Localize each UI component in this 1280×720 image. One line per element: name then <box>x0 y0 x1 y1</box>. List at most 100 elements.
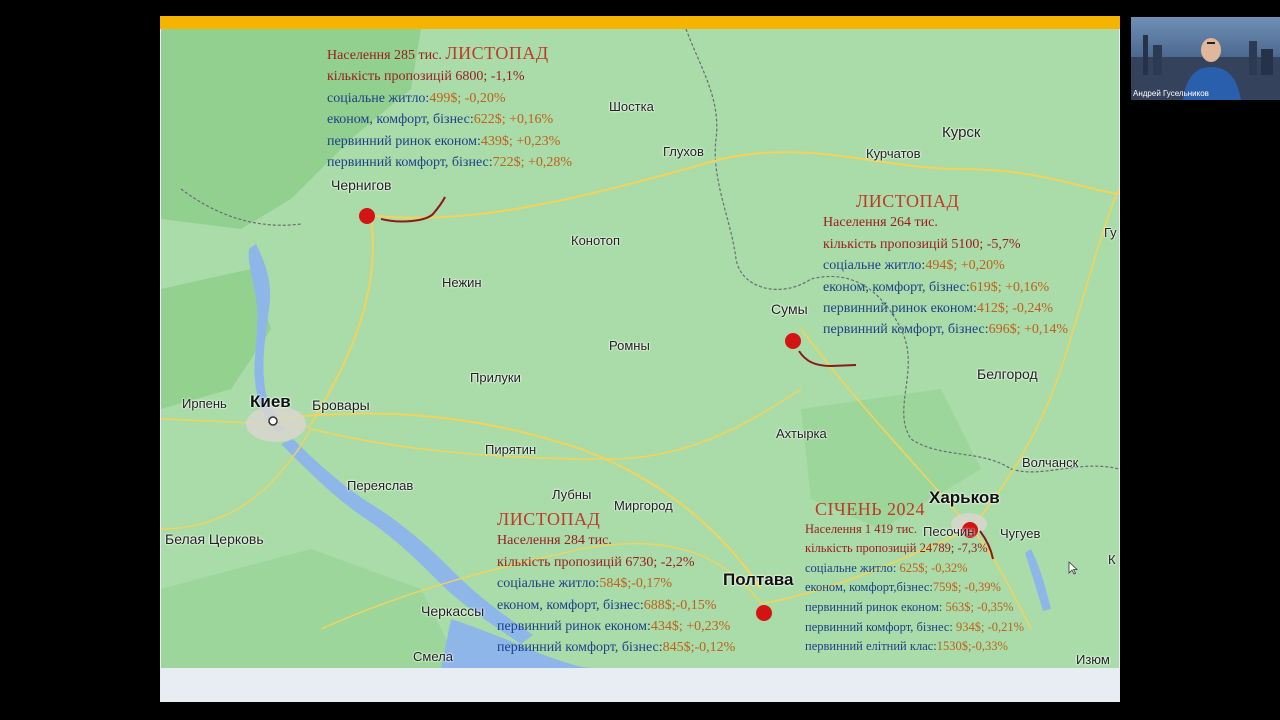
sumy-prim-econ-row: первинний ринок економ:412$; -0,24% <box>823 298 1068 319</box>
sumy-social-value: 494$; +0,20% <box>925 258 1005 274</box>
sumy-econ-label: економ, комфорт, бізнес: <box>823 279 970 295</box>
slide-bottom-strip <box>160 668 1120 702</box>
sumy-econ-row: економ, комфорт, бізнес:619$; +0,16% <box>823 277 1068 298</box>
kharkov-econ-value: 759$; -0,39% <box>932 580 1001 595</box>
sumy-prim-comf-value: 696$; +0,14% <box>988 322 1069 338</box>
chernigov-econ-label: економ, комфорт, бізнес: <box>327 112 474 128</box>
city-label-smela: Смела <box>413 649 453 664</box>
city-label-brovary: Бровары <box>312 397 370 413</box>
kharkov-econ-label: економ, комфорт,бізнес: <box>805 580 933 595</box>
city-label-priluki: Прилуки <box>470 370 521 385</box>
city-label-izyum: Изюм <box>1076 652 1110 667</box>
poltava-econ-value: 688$;-0,15% <box>643 597 717 613</box>
kharkov-elite-value: 1530$;-0,33% <box>936 639 1008 654</box>
slide-top-accent-bar <box>160 16 1120 29</box>
city-label-irpen: Ирпень <box>182 396 227 411</box>
webcam-video-feed: Андрей Гусельников <box>1131 17 1280 100</box>
building <box>1153 45 1162 75</box>
city-label-k-edge: К <box>1108 552 1116 567</box>
kharkov-prim-comf-value: 934$; -0,21% <box>956 619 1025 634</box>
city-label-lubny: Лубны <box>552 487 592 502</box>
chernigov-prim-comf-row: первинний комфорт, бізнес:722$; +0,28% <box>327 152 572 173</box>
poltava-stats-block: ЛИСТОПАД Населення 284 тис. кількість пр… <box>497 509 735 659</box>
kharkov-prim-econ-label: первинний ринок економ: <box>805 599 943 614</box>
sumy-marker <box>785 333 801 349</box>
kharkov-social-row: соціальне житло: 625$; -0,32% <box>805 559 1024 579</box>
mouse-cursor-icon <box>1068 561 1078 575</box>
sumy-social-label: соціальне житло: <box>823 258 926 274</box>
kharkov-stats-block: СІЧЕНЬ 2024 Населення 1 419 тис. кількіс… <box>805 499 1024 657</box>
poltava-prim-econ-value: 434$; +0,23% <box>650 619 731 635</box>
kharkov-elite-row: первинний елітний клас:1530$;-0,33% <box>805 637 1024 657</box>
chernigov-social-row: соціальне житло:499$; -0,20% <box>327 88 572 109</box>
city-label-kiev: Киев <box>250 392 291 411</box>
city-label-belgorod: Белгород <box>977 366 1038 382</box>
city-label-pereyaslav: Переяслав <box>347 478 414 493</box>
kharkov-social-label: соціальне житло: <box>805 560 897 575</box>
chernigov-social-label: соціальне житло: <box>327 90 430 106</box>
building <box>1261 49 1273 75</box>
chernigov-stats-block: Населення 285 тис. ЛИСТОПАД кількість пр… <box>327 43 572 173</box>
city-label-kurchatov: Курчатов <box>866 146 921 161</box>
city-label-chernigov: Чернигов <box>331 177 392 193</box>
chernigov-population: Населення 285 тис. <box>327 48 442 63</box>
chernigov-offers: кількість пропозицій 6800; -1,1% <box>327 69 525 85</box>
city-label-akhtyrka: Ахтырка <box>776 426 827 441</box>
poltava-prim-comf-label: первинний комфорт, бізнес: <box>497 640 663 656</box>
chernigov-econ-value: 622$; +0,16% <box>473 112 554 128</box>
kharkov-prim-comf-row: первинний комфорт, бізнес: 934$; -0,21% <box>805 618 1024 638</box>
sumy-month: ЛИСТОПАД <box>856 191 960 211</box>
chernigov-econ-row: економ, комфорт, бізнес:622$; +0,16% <box>327 109 572 130</box>
poltava-offers: кількість пропозицій 6730; -2,2% <box>497 554 695 570</box>
tower <box>1143 35 1148 75</box>
webcam-participant-name: Андрей Гусельников <box>1133 89 1209 98</box>
poltava-marker <box>756 605 772 621</box>
sumy-social-row: соціальне житло:494$; +0,20% <box>823 255 1068 276</box>
chernigov-prim-econ-value: 439$; +0,23% <box>480 133 561 149</box>
kharkov-social-value: 625$; -0,32% <box>899 560 968 575</box>
chernigov-social-value: 499$; -0,20% <box>429 90 506 106</box>
building <box>1249 41 1257 75</box>
poltava-econ-row: економ, комфорт, бізнес:688$;-0,15% <box>497 595 735 616</box>
poltava-social-row: соціальне житло:584$;-0,17% <box>497 573 735 594</box>
city-label-sumy: Сумы <box>771 301 808 317</box>
city-label-shostka: Шостка <box>609 99 654 114</box>
city-label-nezhin: Нежин <box>442 275 482 290</box>
person-face <box>1201 38 1221 62</box>
sumy-prim-comf-label: первинний комфорт, бізнес: <box>823 322 989 338</box>
poltava-prim-econ-label: первинний ринок економ: <box>497 619 651 635</box>
kharkov-prim-econ-value: 563$; -0,35% <box>945 599 1014 614</box>
city-label-konotop: Конотоп <box>571 233 621 248</box>
sumy-prim-comf-row: первинний комфорт, бізнес:696$; +0,14% <box>823 319 1068 340</box>
sumy-econ-value: 619$; +0,16% <box>969 279 1050 295</box>
city-label-glukhov: Глухов <box>663 144 704 159</box>
city-label-gu: Гу <box>1104 225 1117 240</box>
city-label-romny: Ромны <box>609 338 650 353</box>
kharkov-month: СІЧЕНЬ 2024 <box>815 499 926 519</box>
chernigov-prim-econ-label: первинний ринок економ: <box>327 133 481 149</box>
poltava-month: ЛИСТОПАД <box>497 509 601 529</box>
poltava-social-value: 584$;-0,17% <box>599 576 673 592</box>
kharkov-prim-econ-row: первинний ринок економ: 563$; -0,35% <box>805 598 1024 618</box>
sumy-offers: кількість пропозицій 5100; -5,7% <box>823 236 1021 252</box>
kharkov-econ-row: економ, комфорт,бізнес:759$; -0,39% <box>805 578 1024 598</box>
kharkov-offers: кількість пропозицій 24789; -7,3% <box>805 541 988 556</box>
sumy-stats-block: ЛИСТОПАД Населення 264 тис. кількість пр… <box>823 191 1068 341</box>
presentation-slide: Шостка Курск Глухов Курчатов Чернигов Ко… <box>160 16 1120 702</box>
poltava-social-label: соціальне житло: <box>497 576 600 592</box>
sumy-prim-econ-label: первинний ринок економ: <box>823 301 977 317</box>
webcam-scene <box>1131 35 1280 100</box>
poltava-econ-label: економ, комфорт, бізнес: <box>497 597 644 613</box>
sumy-prim-econ-value: 412$; -0,24% <box>976 301 1054 317</box>
poltava-prim-econ-row: первинний ринок економ:434$; +0,23% <box>497 616 735 637</box>
kharkov-elite-label: первинний елітний клас: <box>805 639 937 654</box>
kyiv-city-marker <box>268 416 278 426</box>
poltava-population: Населення 284 тис. <box>497 533 612 549</box>
sumy-population: Населення 264 тис. <box>823 215 938 231</box>
poltava-prim-comf-value: 845$;-0,12% <box>662 640 736 656</box>
chernigov-marker <box>359 208 375 224</box>
chernigov-prim-comf-value: 722$; +0,28% <box>492 155 573 171</box>
chernigov-prim-econ-row: первинний ринок економ:439$; +0,23% <box>327 131 572 152</box>
city-label-cherkassy: Черкассы <box>421 603 485 619</box>
city-label-belaya-tserkov: Белая Церковь <box>165 531 264 547</box>
